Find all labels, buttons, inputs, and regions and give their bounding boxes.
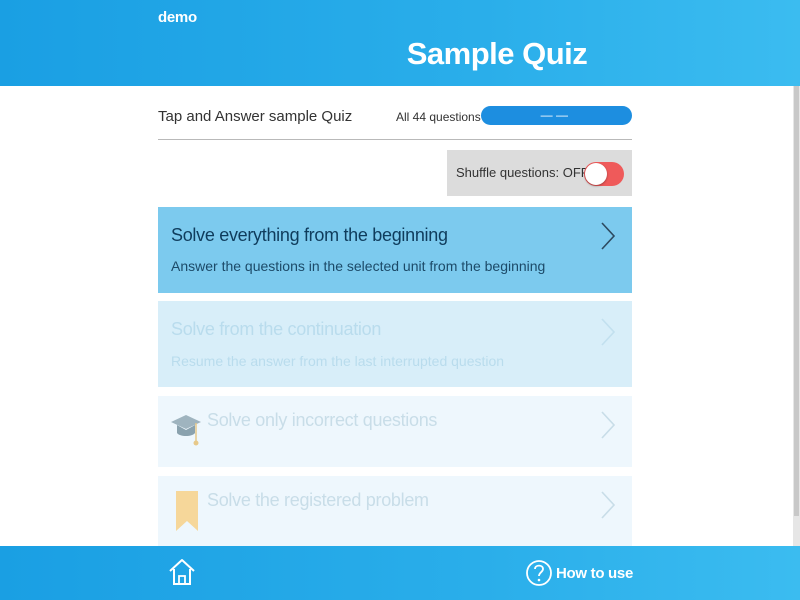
menu-item-continue[interactable]: Solve from the continuation Resume the a…: [158, 301, 632, 387]
quiz-info-row: Tap and Answer sample Quiz All 44 questi…: [158, 100, 632, 140]
menu-item-incorrect-only[interactable]: Solve only incorrect questions: [158, 396, 632, 467]
shuffle-toggle[interactable]: [584, 162, 624, 186]
how-to-use-button[interactable]: How to use: [525, 557, 635, 589]
chevron-right-icon: [601, 222, 616, 250]
menu-item-solve-all[interactable]: Solve everything from the beginning Answ…: [158, 207, 632, 293]
menu-item-registered[interactable]: Solve the registered problem: [158, 476, 632, 546]
how-to-use-label: How to use: [556, 565, 634, 582]
scrollbar-thumb[interactable]: [794, 86, 799, 516]
chevron-right-icon: [601, 411, 616, 439]
page-title: Sample Quiz: [406, 36, 588, 71]
toggle-knob: [585, 163, 607, 185]
app-header: demo Sample Quiz: [0, 0, 800, 86]
scrollbar[interactable]: [793, 86, 800, 546]
chevron-right-icon: [601, 491, 616, 519]
shuffle-control[interactable]: Shuffle questions: OFF: [447, 150, 632, 196]
progress-bar: — —: [481, 106, 632, 125]
menu-item-description: Answer the questions in the selected uni…: [171, 258, 546, 274]
graduation-cap-icon: [171, 415, 201, 446]
menu-item-title: Solve everything from the beginning: [171, 225, 448, 245]
question-count: All 44 questions: [396, 110, 481, 124]
question-circle-icon: [526, 560, 552, 586]
menu-item-title: Solve from the continuation: [171, 319, 382, 339]
menu-item-title: Solve the registered problem: [207, 490, 429, 510]
quiz-title: Tap and Answer sample Quiz: [158, 108, 353, 125]
app-name: demo: [158, 9, 197, 26]
bottom-bar: How to use: [0, 546, 800, 600]
menu-item-description: Resume the answer from the last interrup…: [171, 353, 505, 369]
shuffle-label: Shuffle questions: OFF: [456, 165, 589, 180]
menu-item-title: Solve only incorrect questions: [207, 410, 438, 430]
chevron-right-icon: [601, 318, 616, 346]
home-icon[interactable]: [168, 556, 196, 588]
bookmark-icon: [176, 491, 198, 531]
